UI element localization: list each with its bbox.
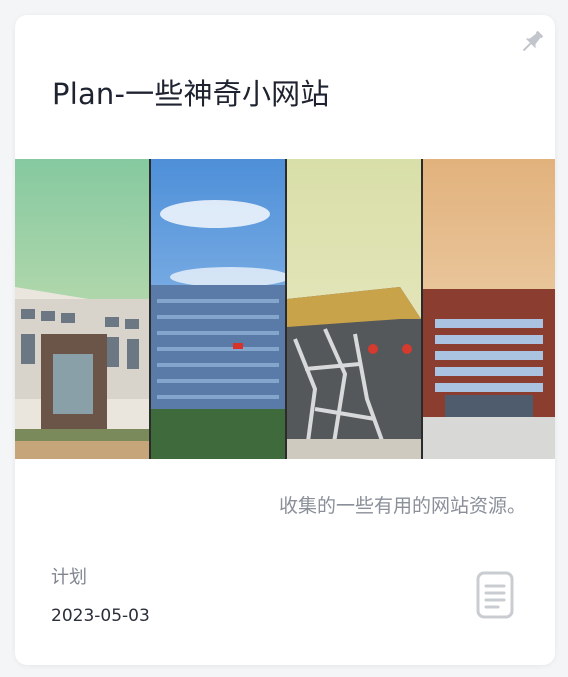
post-date: 2023-05-03 [51, 606, 150, 626]
card-title[interactable]: Plan-一些神奇小网站 [52, 71, 330, 113]
post-card[interactable]: Plan-一些神奇小网站 收集的一些有用的网站资源。 计划 2023-05-03 [15, 15, 555, 665]
card-description: 收集的一些有用的网站资源。 [278, 495, 526, 517]
document-icon[interactable] [475, 570, 515, 620]
cover-image[interactable] [15, 159, 555, 459]
pin-icon[interactable] [517, 27, 547, 57]
category-label[interactable]: 计划 [51, 563, 87, 589]
